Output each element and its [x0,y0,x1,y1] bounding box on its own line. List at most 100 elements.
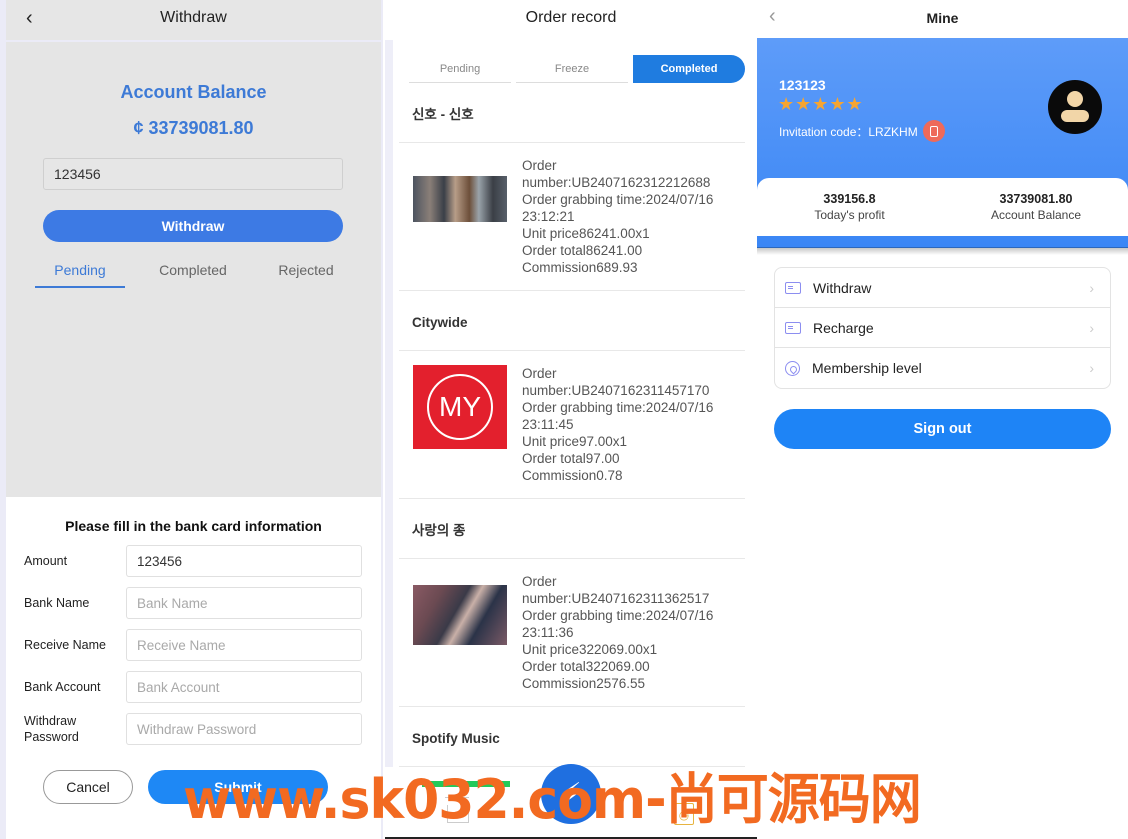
menu-list: Withdraw › Recharge › Membership level › [774,267,1111,389]
lightning-icon[interactable]: ⚡ [541,764,601,824]
profile-header: 123123 ★★★★★ Invitation code：LRZKHM 3391… [757,38,1128,248]
page-title: Mine [926,10,959,26]
withdraw-button[interactable]: Withdraw [43,210,343,242]
order-time: Order grabbing time:2024/07/16 23:12:21 [522,192,714,224]
invitation-code: Invitation code：LRZKHM [779,120,945,142]
my-logo: MY [427,374,493,440]
order-tabs: Pending Freeze Completed [409,55,745,83]
stat-label: Today's profit [814,208,885,222]
commission: Commission2576.55 [522,676,646,691]
sign-out-button[interactable]: Sign out [774,409,1111,449]
stat-label: Account Balance [990,208,1082,222]
unit-price: Unit price97.00x1 [522,434,628,449]
order-item[interactable]: Order number:UB2407162312212688 Order gr… [399,143,745,291]
order-item[interactable]: MY Order number:UB2407162311457170 Order… [399,351,745,499]
chevron-right-icon: › [1089,279,1094,296]
form-row-bank-account: Bank Account [6,671,381,703]
order-time: Order grabbing time:2024/07/16 23:11:36 [522,608,714,640]
tab-freeze[interactable]: Freeze [516,55,628,83]
order-total: Order total322069.00 [522,659,650,674]
form-row-bank-name: Bank Name [6,587,381,619]
withdraw-amount-input[interactable] [43,158,343,190]
field-label: Bank Account [24,680,101,694]
avatar[interactable] [1048,80,1102,134]
stats-card: 339156.8 Today's profit 33739081.80 Acco… [757,178,1128,236]
shop-name: Citywide [399,295,745,351]
field-label: Amount [24,554,68,568]
form-row-amount: Amount [6,545,381,577]
withdraw-header: ‹ Withdraw [6,0,381,40]
shop-name: 신호 - 신호 [399,87,745,143]
menu-item-membership[interactable]: Membership level › [775,348,1110,388]
bottom-tabbar: ⚡ ◷ [385,764,757,837]
tab-rejected[interactable]: Rejected [261,262,351,286]
order-info: Order number:UB2407162311362517 Order gr… [522,573,742,692]
stat-today-profit: 339156.8 Today's profit [797,192,902,222]
page-title: Order record [525,9,617,26]
order-number: Order number:UB2407162312212688 [522,158,711,190]
shop-card: 신호 - 신호 Order number:UB2407162312212688 … [399,87,745,291]
order-total: Order total86241.00 [522,243,643,258]
menu-item-label: Withdraw [813,279,872,296]
invitation-code-text: Invitation code：LRZKHM [779,124,918,139]
shop-card: Citywide MY Order number:UB2407162311457… [399,295,745,499]
page-title: Withdraw [160,9,227,26]
unit-price: Unit price86241.00x1 [522,226,650,241]
shop-name: 사랑의 종 [399,503,745,559]
stat-account-balance: 33739081.80 Account Balance [979,192,1093,222]
chevron-right-icon: › [1089,360,1094,376]
menu-item-recharge[interactable]: Recharge › [775,308,1110,348]
field-label: Bank Name [24,596,90,610]
bank-card-dialog: Please fill in the bank card information… [6,497,381,839]
home-icon[interactable] [445,797,469,823]
membership-icon [785,360,800,376]
chevron-right-icon: › [1089,319,1094,336]
copy-icon[interactable] [922,120,945,142]
menu-item-withdraw[interactable]: Withdraw › [775,268,1110,308]
commission: Commission689.93 [522,260,638,275]
card-icon [785,281,801,294]
withdraw-body: Account Balance ¢ 33739081.80 Withdraw P… [6,42,381,497]
balance-label: Account Balance [120,82,267,102]
order-number: Order number:UB2407162311457170 [522,366,710,398]
submit-button[interactable]: Submit [148,770,328,804]
menu-item-label: Recharge [813,319,874,336]
balance-value: ¢ 33739081.80 [133,118,254,138]
field-label: Withdraw Password [24,714,79,744]
mine-screen: ‹ Mine 123123 ★★★★★ Invitation code：LRZK… [757,0,1128,839]
avatar-head [1067,91,1083,107]
commission: Commission0.78 [522,468,623,483]
order-number: Order number:UB2407162311362517 [522,574,710,606]
progress-strip [422,781,510,787]
tab-completed[interactable]: Completed [148,262,238,286]
order-time: Order grabbing time:2024/07/16 23:11:45 [522,400,714,432]
order-item[interactable]: Order number:UB2407162311362517 Order gr… [399,559,745,707]
order-record-screen: Order record Pending Freeze Completed 신호… [385,0,757,839]
stat-value: 33739081.80 [999,192,1073,206]
star-rating: ★★★★★ [778,94,864,114]
receive-name-field[interactable] [126,629,362,661]
product-thumbnail [413,585,507,645]
amount-field[interactable] [126,545,362,577]
shop-name: Spotify Music [399,711,745,767]
username: 123123 [779,77,826,93]
unit-price: Unit price322069.00x1 [522,642,658,657]
cancel-button[interactable]: Cancel [43,770,133,804]
shop-card: Spotify Music [399,711,745,767]
form-row-withdraw-password: Withdraw Password [6,713,381,745]
product-thumbnail: MY [413,365,507,449]
bank-account-field[interactable] [126,671,362,703]
tab-completed[interactable]: Completed [633,55,745,83]
withdraw-password-field[interactable] [126,713,362,745]
form-row-receive-name: Receive Name [6,629,381,661]
order-record-icon[interactable]: ◷ [674,803,694,825]
menu-item-label: Membership level [812,360,922,376]
tab-pending[interactable]: Pending [35,262,125,288]
bank-name-field[interactable] [126,587,362,619]
withdraw-screen: ‹ Withdraw Account Balance ¢ 33739081.80… [0,0,383,839]
avatar-body [1061,110,1089,122]
tab-pending[interactable]: Pending [409,55,511,83]
withdraw-tabs: Pending Completed Rejected [35,262,375,288]
card-icon [785,321,801,334]
dialog-title: Please fill in the bank card information [65,518,322,534]
